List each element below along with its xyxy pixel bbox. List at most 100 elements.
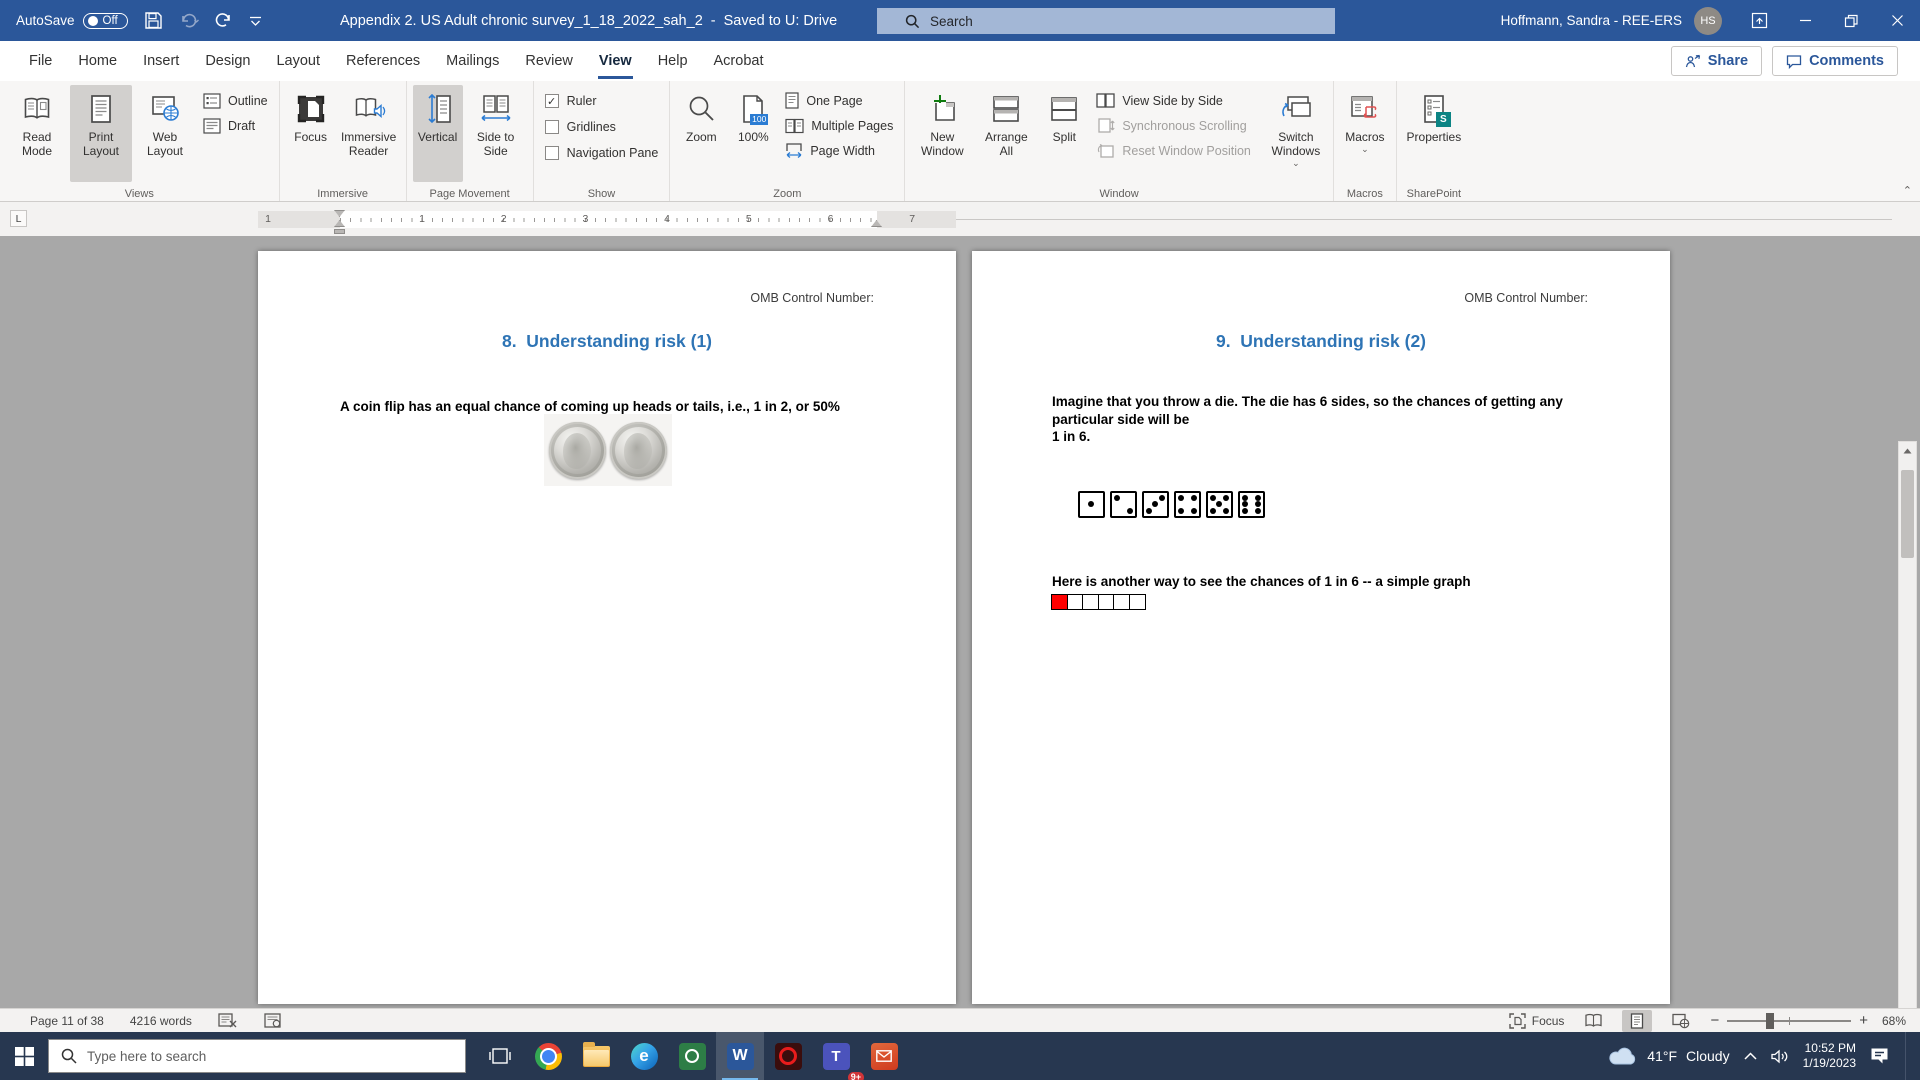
vertical-button[interactable]: Vertical: [413, 85, 463, 182]
proofing-errors-icon[interactable]: [218, 1013, 238, 1029]
switch-windows-button[interactable]: Switch Windows ⌄: [1265, 85, 1327, 182]
green-app-taskbar-icon[interactable]: [668, 1032, 716, 1080]
zoom-slider[interactable]: − +: [1710, 1012, 1868, 1029]
immersive-reader-label: Immersive Reader: [341, 130, 396, 158]
restore-button[interactable]: [1828, 0, 1874, 41]
titlebar-search-box[interactable]: [877, 8, 1335, 34]
outlook-taskbar-icon[interactable]: [860, 1032, 908, 1080]
tab-home[interactable]: Home: [65, 41, 130, 81]
tab-acrobat[interactable]: Acrobat: [701, 41, 777, 81]
zoom-100-button[interactable]: 100 100%: [728, 85, 778, 182]
tab-stop-selector[interactable]: L: [10, 210, 27, 227]
side-to-side-button[interactable]: Side to Side: [465, 85, 527, 182]
zoom-in-icon[interactable]: +: [1859, 1012, 1868, 1029]
outline-button[interactable]: Outline: [197, 88, 274, 113]
tab-layout[interactable]: Layout: [263, 41, 333, 81]
ruler-number: 2: [501, 213, 507, 225]
scrollbar-thumb[interactable]: [1901, 470, 1914, 558]
start-button[interactable]: [0, 1032, 48, 1080]
macros-button[interactable]: Macros ⌄: [1340, 85, 1390, 182]
tab-help[interactable]: Help: [645, 41, 701, 81]
zoom-slider-thumb[interactable]: [1766, 1013, 1774, 1029]
user-name[interactable]: Hoffmann, Sandra - REE-ERS: [1501, 13, 1682, 28]
scroll-up-arrow[interactable]: [1899, 442, 1916, 459]
task-view-button[interactable]: [476, 1032, 524, 1080]
navigation-pane-checkbox[interactable]: Navigation Pane: [539, 140, 665, 166]
display-settings-icon[interactable]: [264, 1013, 283, 1029]
comments-button[interactable]: Comments: [1772, 46, 1898, 76]
draft-button[interactable]: Draft: [197, 113, 274, 138]
search-input[interactable]: [930, 14, 1270, 29]
taskbar-search-input[interactable]: [87, 1049, 417, 1064]
page-number-status[interactable]: Page 11 of 38: [30, 1014, 104, 1028]
edge-taskbar-icon[interactable]: e: [620, 1032, 668, 1080]
collapse-ribbon-icon[interactable]: ⌃: [1903, 184, 1912, 197]
show-desktop-button[interactable]: [1905, 1032, 1910, 1080]
tab-insert[interactable]: Insert: [130, 41, 192, 81]
avatar[interactable]: HS: [1694, 7, 1722, 35]
action-center-icon[interactable]: [1870, 1047, 1889, 1065]
minimize-button[interactable]: [1782, 0, 1828, 41]
zoom-out-icon[interactable]: −: [1710, 1012, 1719, 1029]
zoom-percentage[interactable]: 68%: [1882, 1014, 1906, 1028]
tab-mailings[interactable]: Mailings: [433, 41, 512, 81]
word-taskbar-icon[interactable]: W: [716, 1032, 764, 1080]
share-button[interactable]: Share: [1671, 46, 1762, 76]
autosave-toggle[interactable]: AutoSave Off: [16, 13, 128, 29]
file-explorer-icon: [583, 1046, 610, 1067]
read-mode-view-button[interactable]: [1578, 1010, 1608, 1032]
tab-review[interactable]: Review: [512, 41, 586, 81]
page-width-button[interactable]: Page Width: [779, 138, 899, 163]
print-layout-view-button[interactable]: [1622, 1010, 1652, 1032]
horizontal-ruler[interactable]: 1 1234567: [258, 211, 956, 228]
read-mode-button[interactable]: Read Mode: [6, 85, 68, 182]
file-explorer-taskbar-icon[interactable]: [572, 1032, 620, 1080]
volume-icon[interactable]: [1771, 1049, 1789, 1064]
autosave-pill[interactable]: Off: [83, 13, 128, 29]
teams-taskbar-icon[interactable]: T 9+: [812, 1032, 860, 1080]
zoom-button[interactable]: Zoom: [676, 85, 726, 182]
zoom-slider-track[interactable]: [1727, 1020, 1851, 1022]
ruler-margin-number: 1: [265, 213, 271, 225]
clock-widget[interactable]: 10:52 PM 1/19/2023: [1803, 1041, 1856, 1071]
customize-quick-access-icon[interactable]: [249, 15, 262, 27]
redo-icon[interactable]: [215, 12, 233, 30]
close-button[interactable]: [1874, 0, 1920, 41]
synchronous-scrolling-icon: [1096, 118, 1115, 133]
die-face-6: [1238, 491, 1265, 518]
web-layout-button[interactable]: Web Layout: [134, 85, 196, 182]
multiple-pages-button[interactable]: Multiple Pages: [779, 113, 899, 138]
split-button[interactable]: Split: [1039, 85, 1089, 182]
document-page-1[interactable]: OMB Control Number: 8. Understanding ris…: [258, 251, 956, 1004]
tab-design[interactable]: Design: [192, 41, 263, 81]
chrome-taskbar-icon[interactable]: [524, 1032, 572, 1080]
view-side-by-side-button[interactable]: View Side by Side: [1090, 88, 1257, 113]
new-window-button[interactable]: New Window: [911, 85, 973, 182]
vertical-scrollbar[interactable]: [1898, 441, 1917, 1080]
document-page-2[interactable]: OMB Control Number: 9. Understanding ris…: [972, 251, 1670, 1004]
tab-label: Home: [78, 53, 117, 69]
gridlines-checkbox[interactable]: Gridlines: [539, 114, 665, 140]
tab-references[interactable]: References: [333, 41, 433, 81]
one-page-button[interactable]: One Page: [779, 88, 899, 113]
focus-mode-button[interactable]: Focus: [1509, 1013, 1565, 1029]
tab-file[interactable]: File: [16, 41, 65, 81]
immersive-reader-button[interactable]: Immersive Reader: [338, 85, 400, 182]
ribbon-group-page-movement: Vertical Side to Side Page Movement: [407, 81, 534, 201]
focus-button[interactable]: Focus: [286, 85, 336, 182]
ruler-checkbox[interactable]: ✓ Ruler: [539, 88, 665, 114]
taskbar-search-box[interactable]: [48, 1039, 466, 1073]
acrobat-taskbar-icon[interactable]: [764, 1032, 812, 1080]
web-layout-view-button[interactable]: [1666, 1010, 1696, 1032]
word-count-status[interactable]: 4216 words: [130, 1014, 192, 1028]
print-layout-button[interactable]: Print Layout: [70, 85, 132, 182]
document-canvas[interactable]: OMB Control Number: 8. Understanding ris…: [0, 236, 1920, 1008]
ribbon-display-options-button[interactable]: [1736, 0, 1782, 41]
tab-view[interactable]: View: [586, 41, 645, 81]
left-indent-marker[interactable]: [334, 229, 345, 234]
save-icon[interactable]: [144, 11, 163, 30]
arrange-all-button[interactable]: Arrange All: [975, 85, 1037, 182]
properties-button[interactable]: S Properties: [1403, 85, 1465, 182]
weather-widget[interactable]: 41°F Cloudy: [1608, 1046, 1729, 1066]
hidden-icons-chevron[interactable]: [1744, 1052, 1757, 1060]
